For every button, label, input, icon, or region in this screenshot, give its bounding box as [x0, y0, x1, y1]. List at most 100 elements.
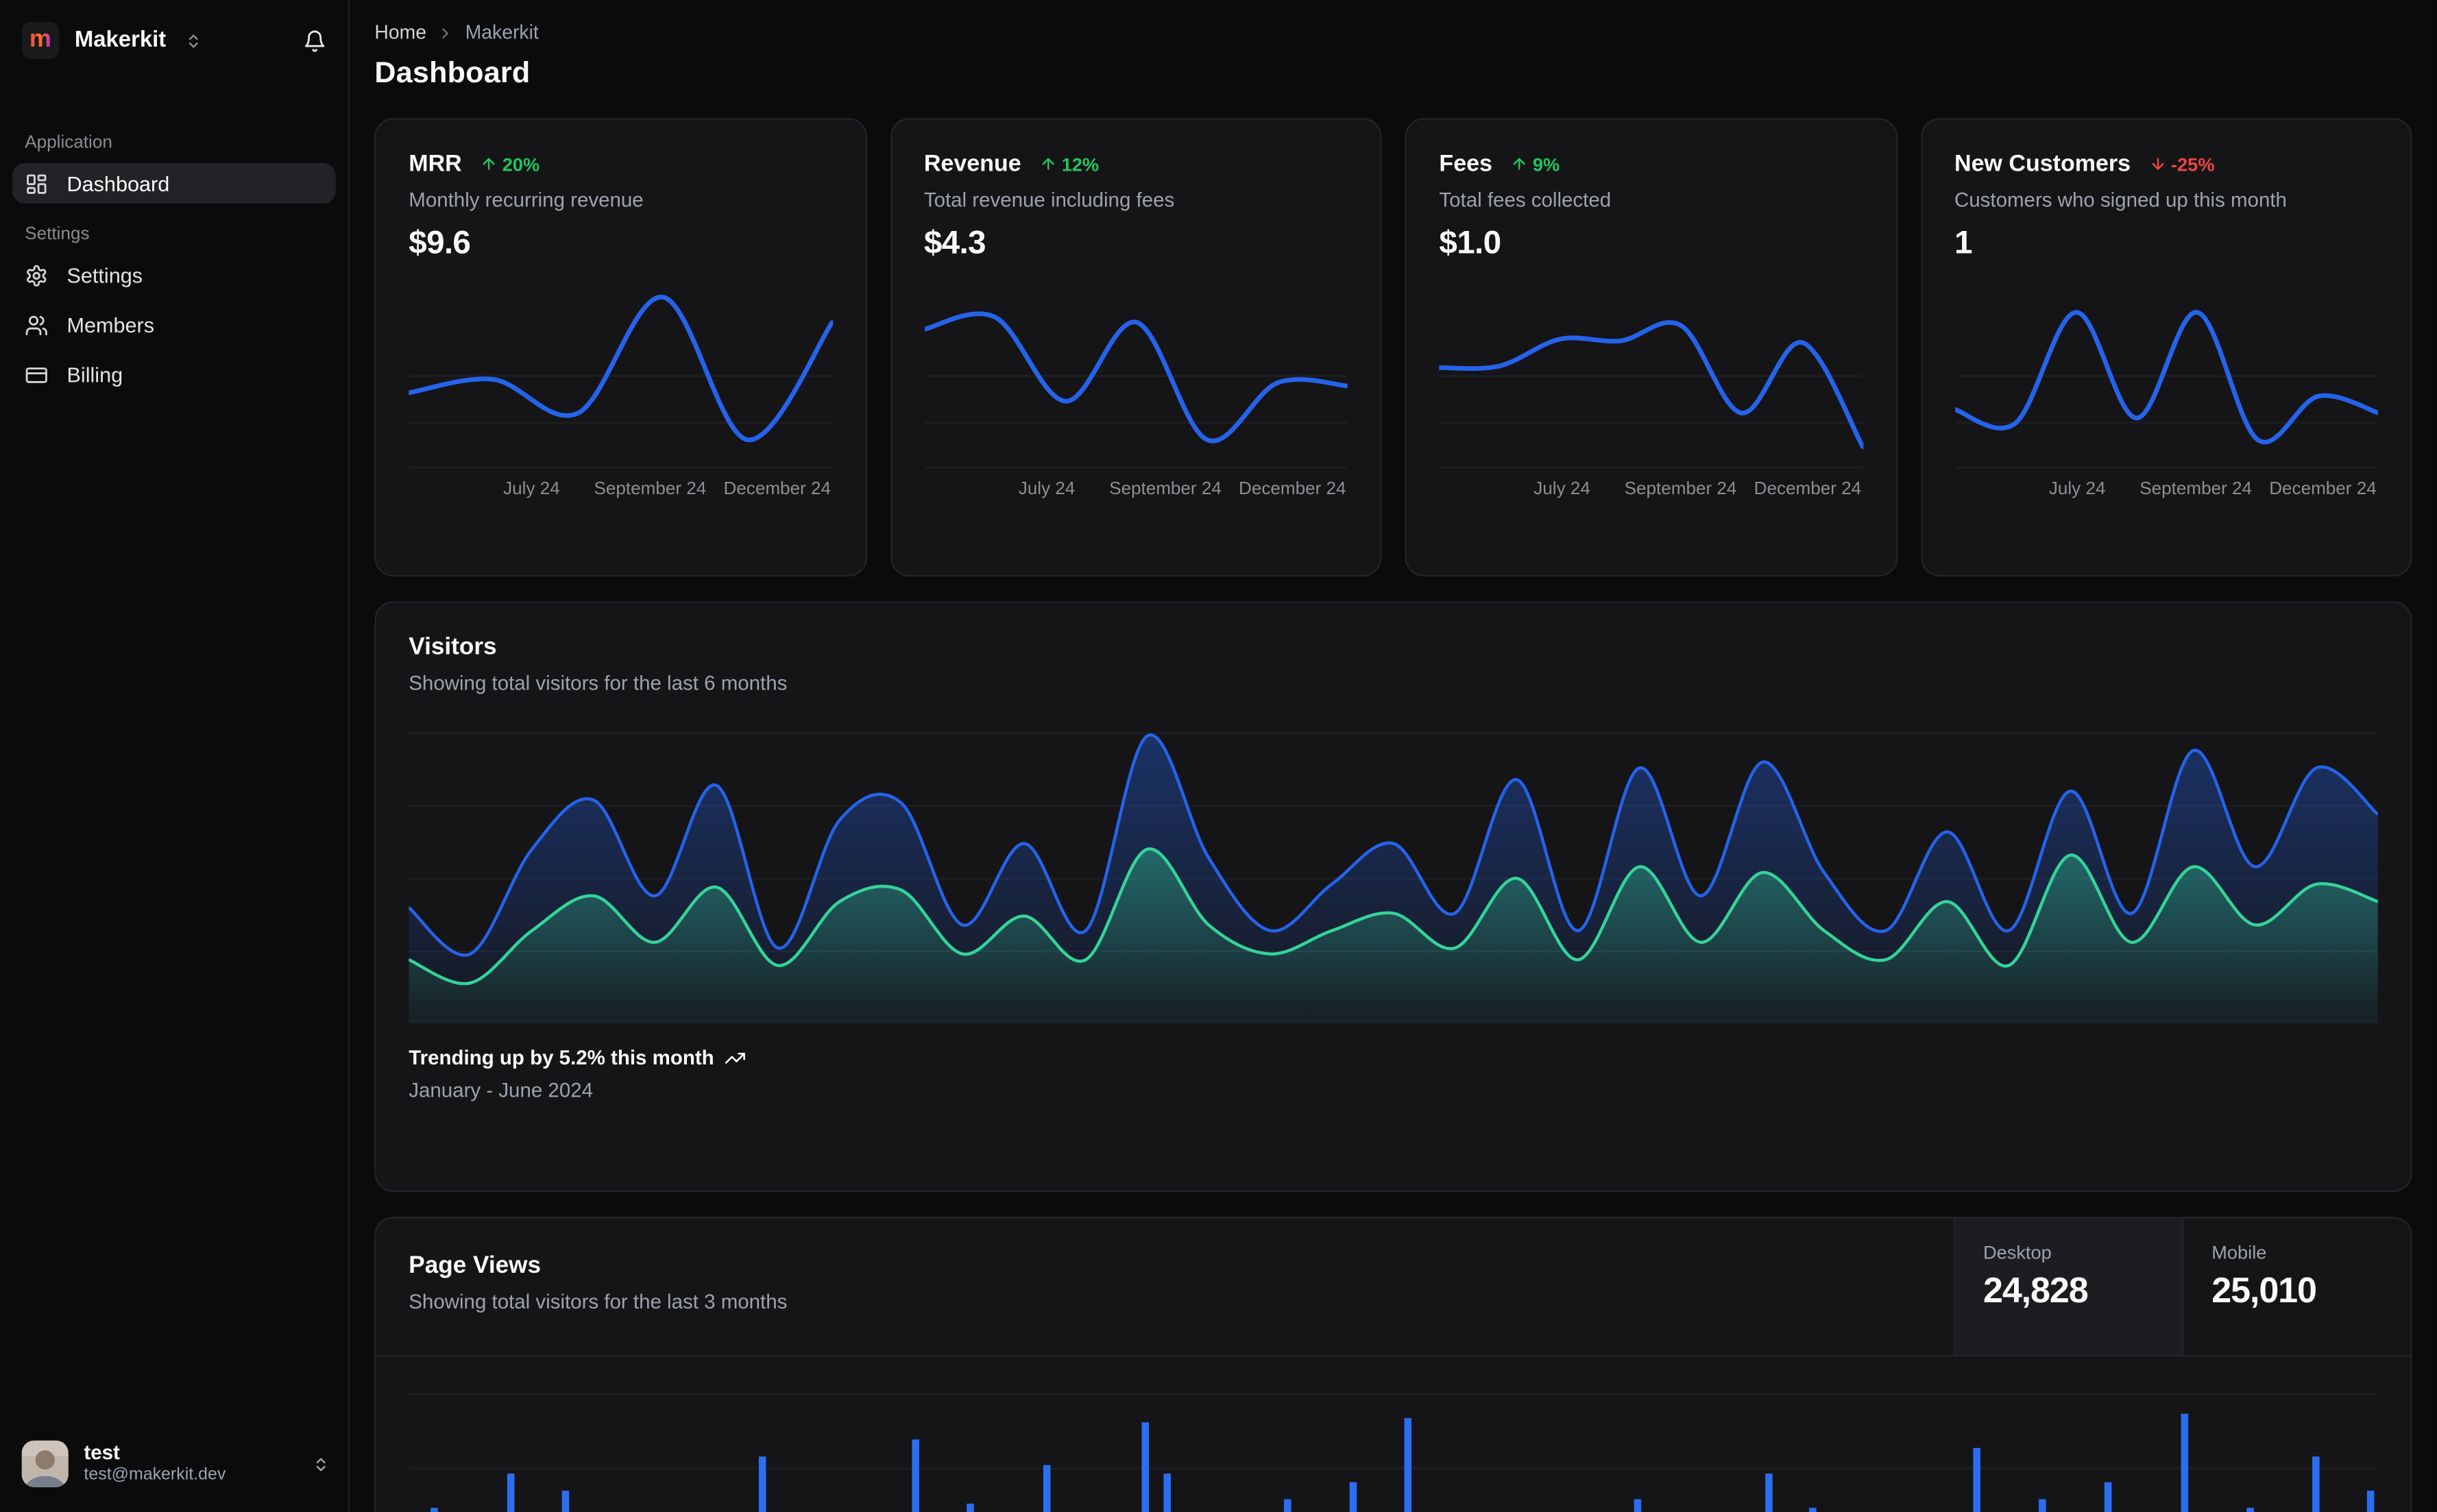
x-tick: December 24 — [1239, 480, 1346, 499]
stat-card-revenue: Revenue 12% Total revenue including fees… — [889, 118, 1382, 577]
arrow-up-icon — [481, 156, 498, 173]
tab-value: 25,010 — [2211, 1269, 2317, 1310]
user-meta: test test@makerkit.dev — [84, 1441, 226, 1487]
chevrons-up-down-icon — [184, 32, 202, 49]
tab-value: 24,828 — [1983, 1269, 2089, 1310]
x-axis-ticks: July 24 September 24 December 24 — [1439, 480, 1863, 504]
trend-badge: 9% — [1511, 153, 1560, 175]
badge-value: 20% — [502, 153, 540, 175]
x-tick: December 24 — [723, 480, 832, 499]
user-menu[interactable]: test test@makerkit.dev — [0, 1422, 348, 1511]
sidebar-item-label: Billing — [66, 363, 123, 387]
visitors-title: Visitors — [409, 634, 497, 661]
page-views-card: Page Views Showing total visitors for th… — [374, 1217, 2412, 1512]
trending-up-icon — [725, 1047, 747, 1069]
fees-line-chart[interactable] — [1437, 283, 1865, 470]
stat-value: 1 — [1954, 225, 1973, 261]
x-tick: September 24 — [594, 480, 707, 499]
x-axis-ticks: July 24 September 24 December 24 — [1954, 480, 2378, 504]
revenue-line-chart[interactable] — [921, 283, 1350, 470]
x-tick: September 24 — [1109, 480, 1222, 499]
chevrons-up-down-icon — [313, 1455, 330, 1472]
badge-value: -25% — [2170, 153, 2215, 175]
bell-icon[interactable] — [303, 29, 326, 52]
x-tick: December 24 — [1754, 480, 1862, 499]
user-email: test@makerkit.dev — [84, 1465, 226, 1485]
badge-value: 9% — [1532, 153, 1560, 175]
stat-subtitle: Total revenue including fees — [923, 188, 1175, 212]
main-content: Home Makerkit Dashboard MRR 20% Monthly … — [350, 0, 2437, 1512]
stat-card-new-customers: New Customers -25% Customers who signed … — [1920, 118, 2412, 577]
stat-card-mrr: MRR 20% Monthly recurring revenue $9.6 J… — [374, 118, 866, 577]
stat-value: $1.0 — [1439, 225, 1501, 261]
stat-subtitle: Customers who signed up this month — [1954, 188, 2287, 212]
visitors-card: Visitors Showing total visitors for the … — [374, 601, 2412, 1192]
stats-row: MRR 20% Monthly recurring revenue $9.6 J… — [374, 118, 2412, 577]
stat-subtitle: Monthly recurring revenue — [409, 188, 644, 212]
trend-badge: 12% — [1040, 153, 1099, 175]
user-name: test — [84, 1440, 120, 1464]
mrr-line-chart[interactable] — [406, 283, 835, 470]
stat-subtitle: Total fees collected — [1439, 188, 1612, 212]
sidebar-item-label: Dashboard — [66, 171, 170, 195]
team-selector[interactable]: m Makerkit — [0, 0, 348, 75]
breadcrumb-current: Makerkit — [465, 21, 539, 44]
x-tick: December 24 — [2269, 480, 2377, 499]
trend-badge: 20% — [481, 153, 539, 175]
stat-title: Revenue — [923, 150, 1021, 178]
sidebar-item-label: Members — [66, 313, 155, 337]
tab-mobile[interactable]: Mobile 25,010 — [2182, 1218, 2410, 1355]
logo-letter: m — [29, 26, 52, 53]
stat-card-fees: Fees 9% Total fees collected $1.0 July 2… — [1405, 118, 1898, 577]
x-axis-ticks: July 24 September 24 December 24 — [924, 480, 1348, 504]
sidebar: m Makerkit Application Dashboard Setting… — [0, 0, 350, 1512]
team-name: Makerkit — [74, 27, 167, 53]
visitors-footer: Trending up by 5.2% this month January -… — [376, 1024, 2411, 1101]
visitors-period: January - June 2024 — [409, 1078, 594, 1102]
credit-card-icon — [25, 363, 48, 386]
avatar — [21, 1440, 69, 1487]
breadcrumb-home-link[interactable]: Home — [374, 22, 426, 44]
x-tick: July 24 — [1018, 480, 1076, 499]
x-axis-ticks: July 24 September 24 December 24 — [409, 480, 832, 504]
new-customers-line-chart[interactable] — [1952, 283, 2381, 470]
stat-title: New Customers — [1954, 150, 2131, 178]
tab-desktop[interactable]: Desktop 24,828 — [1953, 1218, 2183, 1355]
sidebar-item-dashboard[interactable]: Dashboard — [12, 163, 336, 204]
sidebar-item-billing[interactable]: Billing — [12, 354, 336, 395]
stat-title: Fees — [1439, 150, 1492, 178]
x-tick: September 24 — [2139, 480, 2253, 499]
stat-value: $9.6 — [409, 225, 471, 261]
stat-value: $4.3 — [923, 225, 986, 261]
page-views-bar-chart[interactable] — [409, 1375, 2378, 1512]
arrow-up-icon — [1511, 156, 1528, 173]
makerkit-logo: m — [21, 21, 60, 60]
breadcrumb: Home Makerkit — [374, 22, 2412, 44]
page-views-tabs: Desktop 24,828 Mobile 25,010 — [1953, 1218, 2411, 1355]
users-icon — [25, 313, 48, 337]
x-tick: September 24 — [1624, 480, 1737, 499]
visitors-subtitle: Showing total visitors for the last 6 mo… — [409, 671, 788, 695]
page-views-header: Page Views Showing total visitors for th… — [376, 1218, 2411, 1357]
nav-section-settings: Settings — [25, 225, 90, 244]
chevron-right-icon — [437, 24, 454, 41]
arrow-up-icon — [1040, 156, 1057, 173]
page-views-subtitle: Showing total visitors for the last 3 mo… — [409, 1289, 788, 1313]
visitors-area-chart[interactable] — [407, 721, 2379, 1025]
x-tick: July 24 — [1533, 480, 1590, 499]
sidebar-nav: Application Dashboard Settings Settings … — [0, 75, 348, 404]
sidebar-item-label: Settings — [66, 263, 143, 287]
badge-value: 12% — [1061, 153, 1100, 175]
tab-label: Mobile — [2211, 1241, 2267, 1264]
x-tick: July 24 — [503, 480, 560, 499]
visitors-trend-text: Trending up by 5.2% this month — [409, 1045, 714, 1069]
trend-badge: -25% — [2149, 153, 2215, 175]
stat-title: MRR — [409, 150, 462, 178]
page-views-title: Page Views — [409, 1252, 542, 1279]
x-tick: July 24 — [2048, 480, 2106, 499]
sidebar-item-settings[interactable]: Settings — [12, 255, 336, 295]
app-root: m Makerkit Application Dashboard Setting… — [0, 0, 2437, 1512]
nav-section-application: Application — [25, 133, 112, 153]
sidebar-item-members[interactable]: Members — [12, 304, 336, 345]
gear-icon — [25, 263, 48, 286]
